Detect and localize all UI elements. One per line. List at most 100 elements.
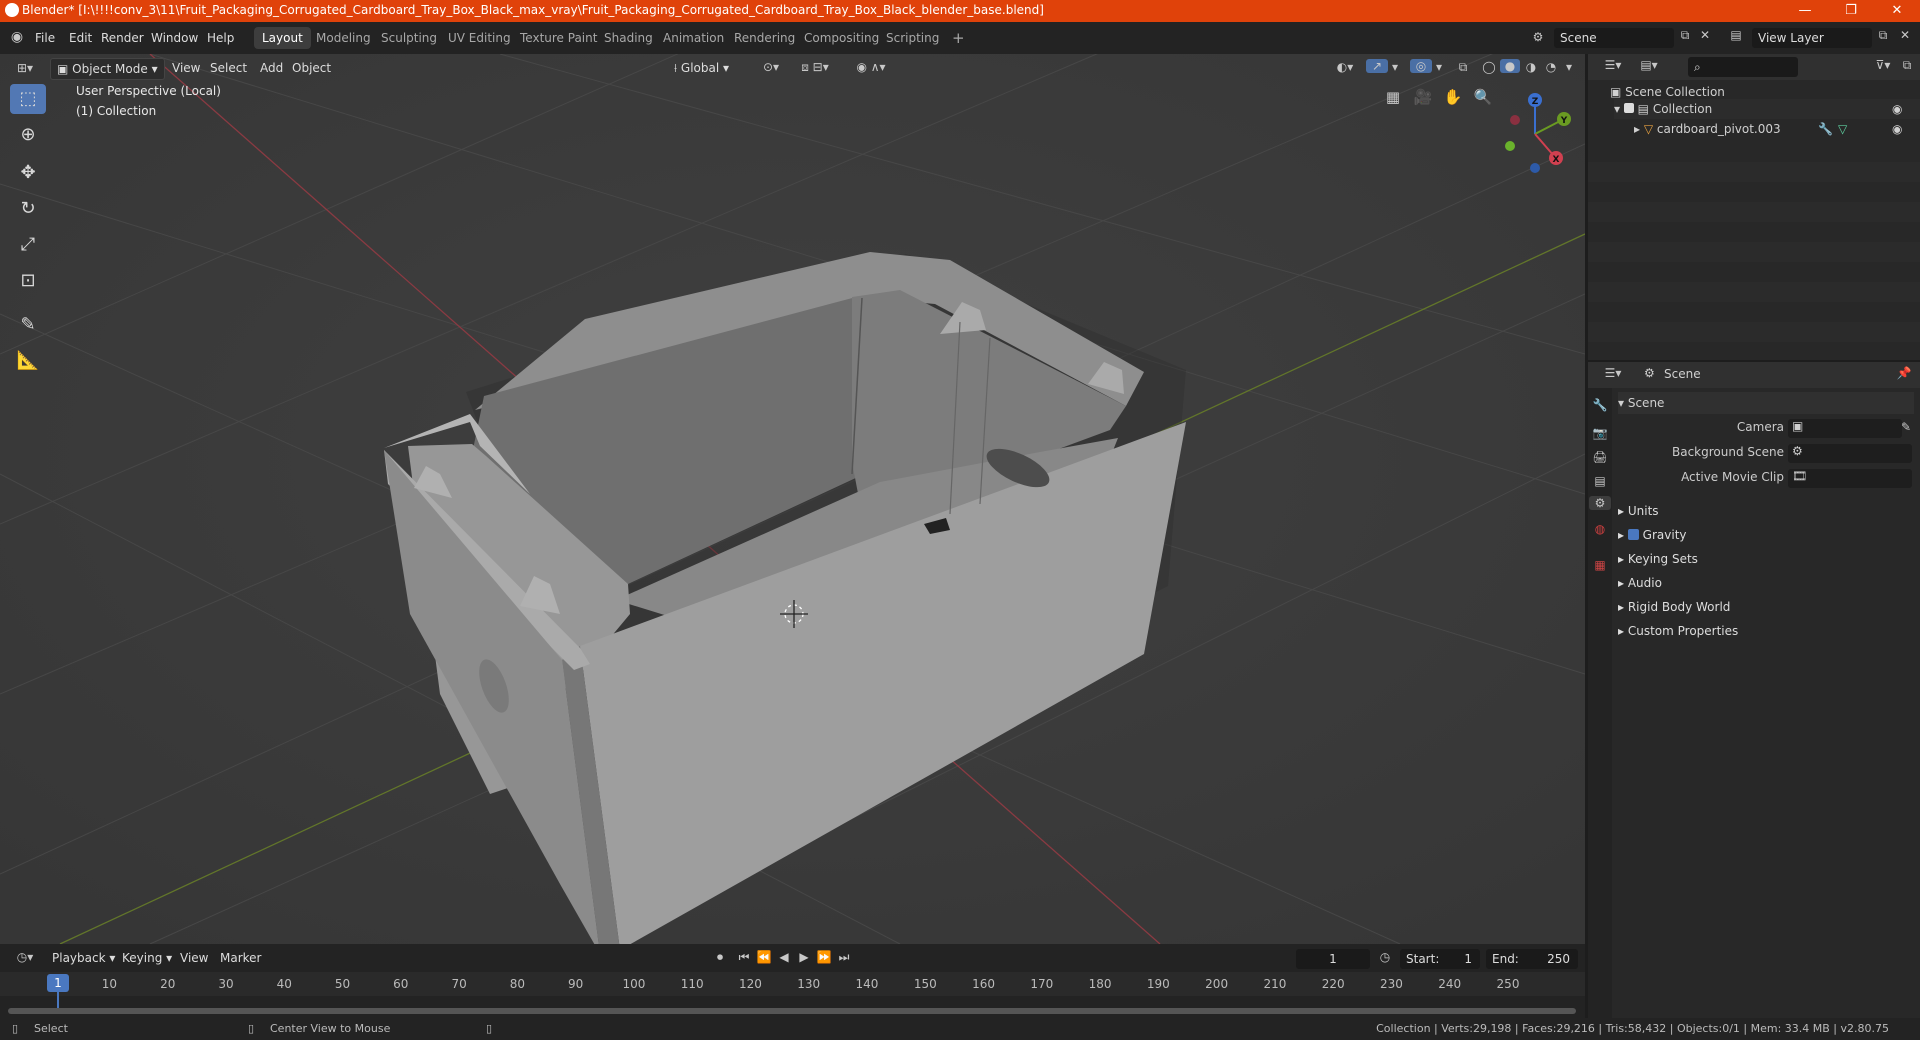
jump-end-icon[interactable]: ⏭ (836, 950, 852, 965)
gravity-checkbox[interactable] (1627, 529, 1639, 540)
proportional-edit-icon[interactable]: ◉ ∧▾ (846, 60, 896, 74)
new-collection-icon[interactable]: ⧉ (1898, 58, 1916, 73)
texture-tab-icon[interactable]: ▦ (1591, 558, 1609, 572)
close-button[interactable]: ✕ (1874, 0, 1920, 22)
overlays-toggle-icon[interactable]: ◎ (1410, 59, 1432, 73)
custom-properties-section[interactable]: ▸ Custom Properties (1618, 620, 1738, 642)
rigid-body-world-section[interactable]: ▸ Rigid Body World (1618, 596, 1730, 618)
3d-viewport[interactable]: ⊞▾ ▣ Object Mode ▾ View Select Add Objec… (0, 54, 1585, 944)
scale-tool[interactable]: ⤢ (10, 230, 46, 260)
playback-menu[interactable]: Playback ▾ (46, 948, 121, 968)
view-layer-tab-icon[interactable]: ▤ (1591, 474, 1609, 488)
cursor-tool[interactable]: ⊕ (10, 120, 46, 150)
outliner-row-collection[interactable]: ▾ ▤ Collection ◉ (1614, 99, 1920, 119)
gizmo-dropdown-icon[interactable]: ▾ (1388, 60, 1402, 74)
properties-editor-type-icon[interactable]: ☰▾ (1598, 366, 1628, 380)
wireframe-shading-icon[interactable]: ◯ (1480, 60, 1498, 74)
pivot-point-icon[interactable]: ⊙▾ (756, 60, 786, 74)
timeline-editor-type-icon[interactable]: ◷▾ (10, 950, 40, 964)
marker-menu[interactable]: Marker (214, 948, 267, 968)
visibility-icon[interactable]: ◐▾ (1330, 60, 1360, 74)
material-shading-icon[interactable]: ◑ (1522, 60, 1540, 74)
add-workspace-button[interactable]: + (944, 27, 973, 49)
timeline-editor[interactable]: ◷▾ Playback ▾ Keying ▾ View Marker ⏺ ⏮ ⏪… (0, 944, 1585, 1018)
expand-arrow-icon[interactable]: ▸ (1634, 122, 1644, 136)
end-frame-field[interactable]: End: 250 (1486, 949, 1578, 969)
snap-icon[interactable]: ⧈ ⊟▾ (792, 60, 838, 75)
collection-visibility-eye-icon[interactable]: ◉ (1892, 99, 1902, 119)
solid-shading-icon[interactable]: ● (1500, 59, 1520, 73)
filter-icon[interactable]: ⊽▾ (1870, 58, 1896, 72)
minimize-button[interactable]: — (1782, 0, 1828, 22)
keying-sets-section[interactable]: ▸ Keying Sets (1618, 548, 1698, 570)
next-keyframe-icon[interactable]: ⏩ (816, 950, 832, 964)
xray-icon[interactable]: ⧉ (1454, 60, 1472, 75)
eyedropper-icon[interactable]: ✎ (1898, 420, 1914, 434)
blender-menu-icon[interactable]: ◉ (8, 29, 26, 47)
delete-scene-icon[interactable]: ✕ (1696, 28, 1714, 42)
menu-window[interactable]: Window (144, 28, 205, 48)
editor-type-icon[interactable]: ⊞▾ (10, 58, 40, 78)
scene-icon[interactable]: ⚙ (1528, 30, 1548, 44)
modifier-wrench-icon[interactable]: 🔧 (1818, 119, 1833, 139)
menu-help[interactable]: Help (200, 28, 241, 48)
gizmo-toggle-icon[interactable]: ↗ (1366, 59, 1388, 73)
rotate-tool[interactable]: ↻ (10, 194, 46, 224)
tab-scripting[interactable]: Scripting (878, 27, 947, 49)
overlays-dropdown-icon[interactable]: ▾ (1432, 60, 1446, 74)
tab-compositing[interactable]: Compositing (796, 27, 887, 49)
play-icon[interactable]: ▶ (796, 950, 812, 964)
record-icon[interactable]: ⏺ (712, 950, 728, 965)
delete-view-layer-icon[interactable]: ✕ (1896, 28, 1914, 42)
render-tab-icon[interactable]: 📷 (1591, 426, 1609, 440)
view-layer-selector[interactable]: View Layer (1752, 28, 1872, 48)
grid-view-icon[interactable]: ▦ (1382, 88, 1404, 106)
active-movie-clip-field[interactable]: 🎞 (1788, 469, 1912, 488)
rendered-shading-icon[interactable]: ◔ (1542, 60, 1560, 74)
jump-start-icon[interactable]: ⏮ (736, 950, 752, 965)
pin-icon[interactable]: 📌 (1896, 366, 1912, 380)
mesh-data-icon[interactable]: ▽ (1838, 119, 1847, 139)
mode-selector[interactable]: ▣ Object Mode ▾ (50, 58, 165, 80)
view-layer-icon[interactable]: ▤ (1724, 28, 1748, 42)
collapse-arrow-icon[interactable]: ▾ (1614, 102, 1624, 116)
new-view-layer-icon[interactable]: ⧉ (1874, 28, 1892, 43)
scene-tab-icon[interactable]: ⚙ (1589, 496, 1611, 510)
tab-texture-paint[interactable]: Texture Paint (512, 27, 605, 49)
play-reverse-icon[interactable]: ◀ (776, 950, 792, 964)
current-frame-field[interactable]: 1 (1296, 949, 1370, 969)
outliner-search-field[interactable]: ⌕ (1688, 57, 1798, 77)
move-tool[interactable]: ✥ (10, 158, 46, 188)
transform-orientation-dropdown[interactable]: ⟊ Global ▾ (668, 58, 735, 78)
transform-tool[interactable]: ⊡ (10, 266, 46, 296)
preview-range-icon[interactable]: ◷ (1376, 950, 1394, 964)
object-visibility-eye-icon[interactable]: ◉ (1892, 119, 1902, 139)
gravity-section[interactable]: ▸ Gravity (1618, 524, 1687, 546)
shading-dropdown-icon[interactable]: ▾ (1562, 60, 1576, 74)
tab-shading[interactable]: Shading (596, 27, 661, 49)
camera-view-icon[interactable]: 🎥 (1412, 88, 1434, 106)
outliner-editor-type-icon[interactable]: ☰▾ (1598, 58, 1628, 72)
keying-menu[interactable]: Keying ▾ (116, 948, 178, 968)
menu-view[interactable]: View (166, 58, 206, 78)
annotate-tool[interactable]: ✎ (10, 310, 46, 340)
new-scene-icon[interactable]: ⧉ (1676, 28, 1694, 43)
tab-layout[interactable]: Layout (254, 27, 311, 49)
menu-object[interactable]: Object (286, 58, 337, 78)
select-box-tool[interactable]: ⬚ (10, 84, 46, 114)
units-section[interactable]: ▸ Units (1618, 500, 1659, 522)
menu-file[interactable]: File (28, 28, 62, 48)
camera-field[interactable]: ▣ (1788, 419, 1902, 438)
scene-selector[interactable]: Scene (1554, 28, 1674, 48)
tab-modeling[interactable]: Modeling (308, 27, 379, 49)
tab-rendering[interactable]: Rendering (726, 27, 803, 49)
tab-animation[interactable]: Animation (655, 27, 732, 49)
audio-section[interactable]: ▸ Audio (1618, 572, 1662, 594)
menu-select[interactable]: Select (204, 58, 253, 78)
menu-add[interactable]: Add (254, 58, 289, 78)
prev-keyframe-icon[interactable]: ⏪ (756, 950, 772, 964)
display-mode-icon[interactable]: ▤▾ (1634, 58, 1664, 72)
output-tab-icon[interactable]: 🖨 (1591, 450, 1609, 464)
maximize-button[interactable]: ❐ (1828, 0, 1874, 22)
start-frame-field[interactable]: Start: 1 (1400, 949, 1480, 969)
